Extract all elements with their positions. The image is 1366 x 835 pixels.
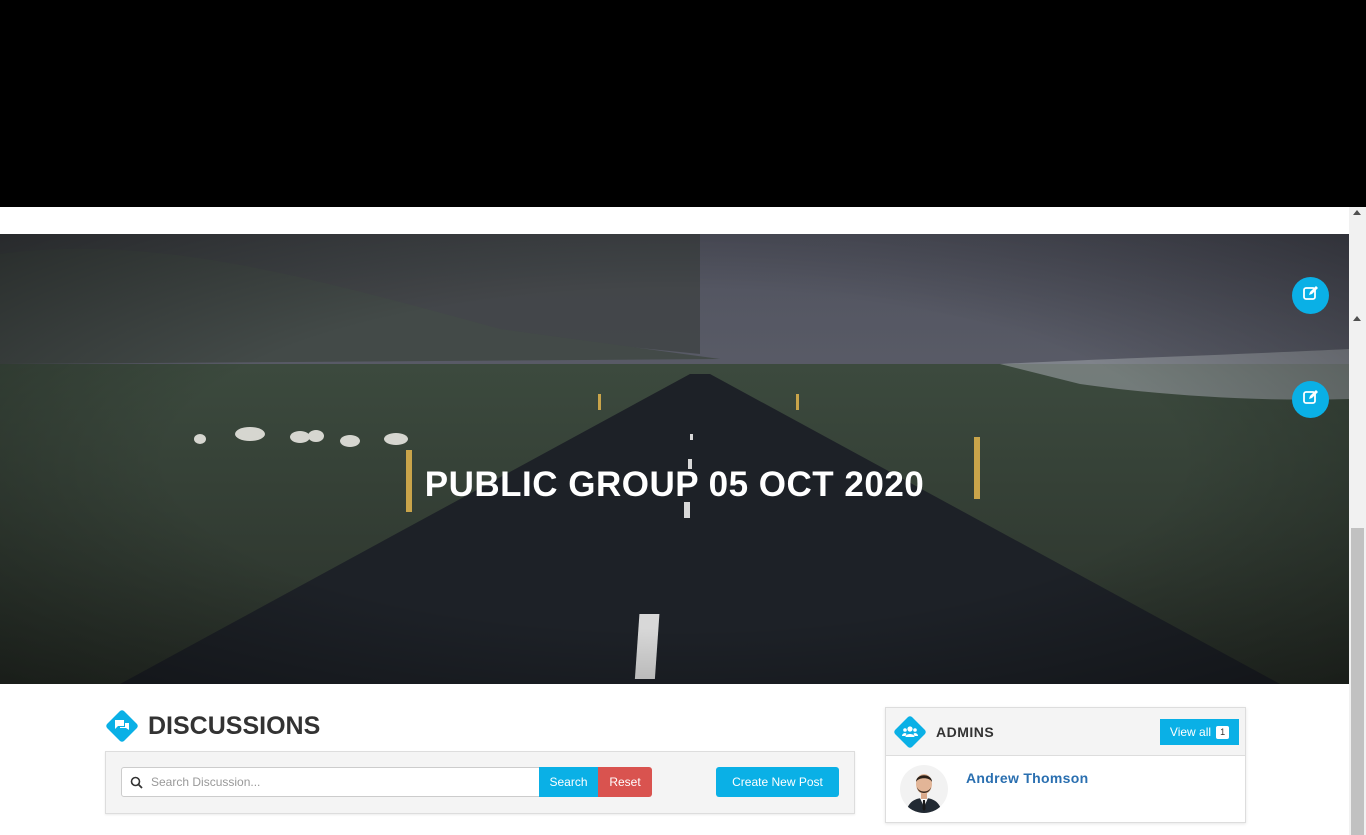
reset-button[interactable]: Reset xyxy=(598,767,652,797)
admins-panel: ADMINS View all 1 Andrew Thomson xyxy=(885,707,1246,823)
admin-name-link[interactable]: Andrew Thomson xyxy=(966,770,1088,786)
cover-image xyxy=(0,234,1349,684)
scroll-up-arrow-icon[interactable] xyxy=(1353,210,1361,215)
pencil-square-icon xyxy=(1302,388,1320,411)
discussions-title: DISCUSSIONS xyxy=(148,711,321,740)
view-all-admins-button[interactable]: View all 1 xyxy=(1160,719,1239,745)
scroll-up-arrow-icon[interactable] xyxy=(1353,316,1361,321)
admins-icon-badge xyxy=(893,715,927,749)
scrollbar-thumb[interactable] xyxy=(1351,528,1364,835)
pencil-square-icon xyxy=(1302,284,1320,307)
admins-title: ADMINS xyxy=(936,724,995,740)
discussions-icon-badge xyxy=(105,709,139,743)
chat-bubbles-icon xyxy=(114,719,130,733)
avatar[interactable] xyxy=(900,765,948,813)
search-icon xyxy=(130,776,143,789)
create-new-post-button[interactable]: Create New Post xyxy=(716,767,839,797)
admins-count-badge: 1 xyxy=(1216,725,1230,739)
search-button[interactable]: Search xyxy=(539,767,598,797)
edit-title-button[interactable] xyxy=(1292,381,1329,418)
discussions-header: DISCUSSIONS xyxy=(105,707,320,745)
search-discussion-field[interactable] xyxy=(121,767,540,797)
search-discussion-input[interactable] xyxy=(149,774,533,790)
group-title: PUBLIC GROUP 05 OCT 2020 xyxy=(424,465,925,504)
edit-cover-button[interactable] xyxy=(1292,277,1329,314)
road-landscape-image xyxy=(0,234,1349,684)
admins-header: ADMINS View all 1 xyxy=(886,708,1245,756)
view-all-label: View all xyxy=(1169,725,1212,739)
top-black-banner xyxy=(0,0,1366,207)
users-group-icon xyxy=(902,725,918,739)
